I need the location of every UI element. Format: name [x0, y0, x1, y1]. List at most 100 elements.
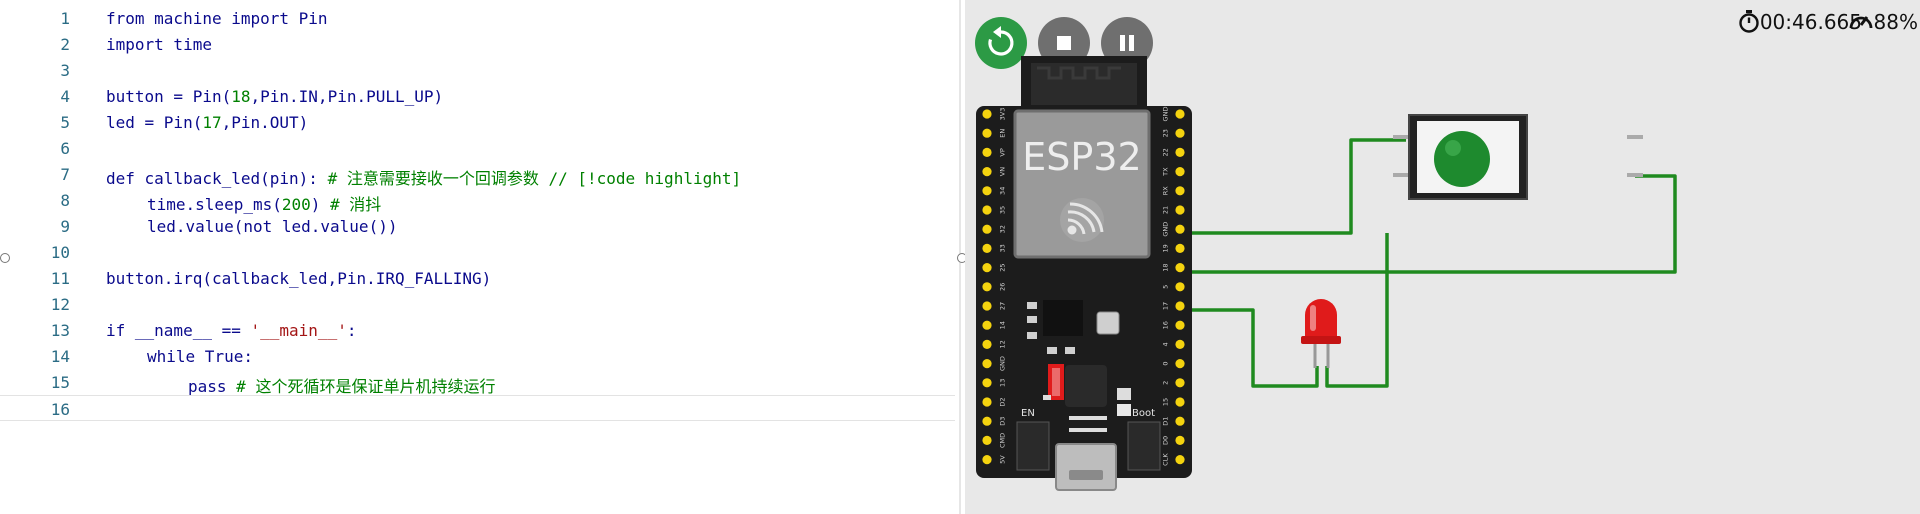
line-number: 2: [60, 35, 70, 54]
pin-dot[interactable]: [982, 359, 992, 369]
code-line[interactable]: 1 from machine import Pin: [0, 5, 960, 31]
pin-dot[interactable]: [982, 455, 992, 465]
code-line[interactable]: 8 time.sleep_ms(200) # 消抖: [0, 187, 960, 215]
pin-label: VP: [999, 148, 1007, 156]
code-line[interactable]: 2 import time: [0, 31, 960, 57]
code-text[interactable]: if __name__ == '__main__':: [106, 321, 356, 340]
pin-dot[interactable]: [982, 397, 992, 407]
code-line[interactable]: 9 led.value(not led.value()): [0, 213, 960, 239]
code-line[interactable]: 15 pass # 这个死循环是保证单片机持续运行: [0, 369, 960, 397]
pin-dot[interactable]: [1175, 416, 1185, 426]
pin-dot[interactable]: [1175, 339, 1185, 349]
pin-dot[interactable]: [982, 186, 992, 196]
pin-dot[interactable]: [982, 224, 992, 234]
pin-dot[interactable]: [982, 416, 992, 426]
pin-dot[interactable]: [982, 320, 992, 330]
code-token: machine: [144, 9, 232, 28]
board-label: ESP32: [1022, 135, 1141, 179]
code-line[interactable]: 10: [0, 239, 960, 265]
simulator-canvas[interactable]: 00:46.665 88% ESP32 EN Boot 3V3 EN VP VN…: [965, 0, 1920, 514]
pin-dot[interactable]: [1175, 320, 1185, 330]
pin-dot[interactable]: [1175, 167, 1185, 177]
code-token: callback_led(pin):: [134, 169, 328, 188]
pin-dot[interactable]: [982, 109, 992, 119]
code-line[interactable]: 4 button = Pin(18,Pin.IN,Pin.PULL_UP): [0, 83, 960, 109]
code-text[interactable]: def callback_led(pin): # 注意需要接收一个回调参数 //…: [106, 165, 741, 189]
pin-label: 0: [1162, 362, 1170, 366]
pin-dot[interactable]: [982, 282, 992, 292]
pin-label: 12: [999, 340, 1007, 348]
pin-label: EN: [999, 129, 1007, 138]
code-token: led = Pin(: [106, 113, 203, 132]
code-line[interactable]: 11 button.irq(callback_led,Pin.IRQ_FALLIN…: [0, 265, 960, 291]
wire-gpio17-led[interactable]: [1179, 308, 1319, 388]
pin-dot[interactable]: [1175, 109, 1185, 119]
pin-label: RX: [1162, 186, 1170, 196]
pin-label: D3: [999, 417, 1007, 426]
pin-dot[interactable]: [982, 263, 992, 273]
code-line[interactable]: 3: [0, 57, 960, 83]
code-line[interactable]: 16: [0, 395, 960, 421]
pin-dot[interactable]: [1175, 397, 1185, 407]
pin-dot[interactable]: [1175, 186, 1185, 196]
pin-dot[interactable]: [1175, 435, 1185, 445]
code-line[interactable]: 12: [0, 291, 960, 317]
button-cap[interactable]: [1434, 131, 1490, 187]
esp32-board[interactable]: ESP32 EN Boot 3V3ENVPVN34353233252627141…: [976, 56, 1192, 491]
pin-dot[interactable]: [1175, 224, 1185, 234]
pin-dot[interactable]: [1175, 282, 1185, 292]
code-token: from: [106, 9, 145, 28]
code-text[interactable]: import time: [106, 35, 212, 54]
pin-dot[interactable]: [982, 378, 992, 388]
code-text[interactable]: button.irq(callback_led,Pin.IRQ_FALLING): [106, 269, 491, 288]
pin-dot[interactable]: [1175, 455, 1185, 465]
pin-dot[interactable]: [982, 128, 992, 138]
wire-gnd-button[interactable]: [1179, 138, 1406, 235]
code-editor[interactable]: 1 from machine import Pin 2 import time 3 4 bu…: [0, 0, 960, 514]
code-line[interactable]: 6: [0, 135, 960, 161]
code-line[interactable]: 13 if __name__ == '__main__':: [0, 317, 960, 343]
pin-dot[interactable]: [1175, 359, 1185, 369]
pin-label: TX: [1162, 167, 1170, 177]
pin-label: D1: [1162, 417, 1170, 426]
code-text[interactable]: while True:: [147, 347, 253, 366]
code-line[interactable]: 5 led = Pin(17,Pin.OUT): [0, 109, 960, 135]
code-token: ,Pin.OUT): [221, 113, 309, 132]
pushbutton[interactable]: [1393, 114, 1643, 200]
line-number: 10: [50, 243, 70, 262]
pin-dot[interactable]: [982, 205, 992, 215]
code-text[interactable]: led = Pin(17,Pin.OUT): [106, 113, 308, 132]
pin-dot[interactable]: [982, 435, 992, 445]
pin-dot[interactable]: [1175, 147, 1185, 157]
code-text[interactable]: button = Pin(18,Pin.IN,Pin.PULL_UP): [106, 87, 443, 106]
pin-dot[interactable]: [1175, 263, 1185, 273]
code-line[interactable]: 14 while True:: [0, 343, 960, 369]
pin-dot[interactable]: [1175, 243, 1185, 253]
red-led[interactable]: [1301, 299, 1341, 368]
pin-dot[interactable]: [982, 339, 992, 349]
code-token: # 这个死循环是保证单片机持续运行: [236, 377, 496, 396]
pin-dot[interactable]: [1175, 378, 1185, 388]
code-text[interactable]: led.value(not led.value()): [147, 217, 397, 236]
code-text[interactable]: pass # 这个死循环是保证单片机持续运行: [188, 373, 495, 397]
pin-dot[interactable]: [982, 243, 992, 253]
pin-label: 22: [1162, 148, 1170, 156]
code-token: pass: [188, 377, 227, 396]
code-line[interactable]: 7 def callback_led(pin): # 注意需要接收一个回调参数 /…: [0, 161, 960, 189]
pin-dot[interactable]: [982, 167, 992, 177]
code-token: ): [310, 195, 331, 214]
resize-handle-left[interactable]: [0, 253, 10, 263]
pin-dot[interactable]: [982, 301, 992, 311]
pin-label: 3V3: [999, 108, 1007, 121]
pin-dot[interactable]: [1175, 128, 1185, 138]
code-text[interactable]: time.sleep_ms(200) # 消抖: [147, 191, 381, 215]
pin-dot[interactable]: [1175, 205, 1185, 215]
code-token: True:: [195, 347, 253, 366]
code-token: if: [106, 321, 126, 340]
line-number: 3: [60, 61, 70, 80]
pin-label: CMD: [999, 433, 1007, 448]
code-text[interactable]: from machine import Pin: [106, 9, 328, 28]
pin-dot[interactable]: [982, 147, 992, 157]
line-number: 14: [50, 347, 70, 366]
pin-dot[interactable]: [1175, 301, 1185, 311]
